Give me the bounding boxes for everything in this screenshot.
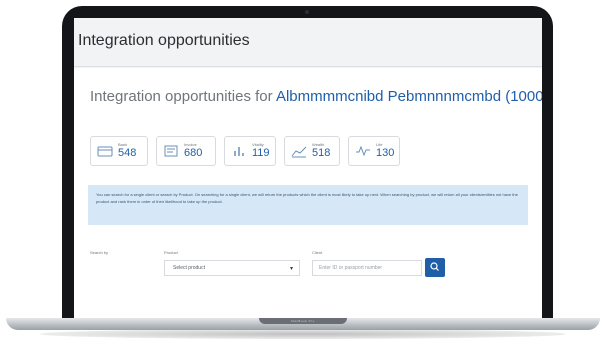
info-banner: You can search for a single client or se… (88, 185, 528, 225)
screen: Integration opportunities Integration op… (74, 18, 542, 318)
line-chart-icon (291, 144, 307, 158)
client-search-field[interactable] (312, 260, 422, 276)
camera-dot (305, 10, 309, 14)
stat-value: 518 (312, 147, 331, 159)
customer-name[interactable]: Albmmmmcnibd Pebmnnnmcmbd (100002013 9) (276, 88, 542, 105)
stat-value: 119 (252, 147, 270, 159)
search-button[interactable] (425, 258, 445, 277)
bank-card-icon (97, 144, 113, 158)
search-by-label: Search by (90, 250, 109, 255)
pulse-icon (355, 144, 371, 158)
title-divider (74, 66, 542, 67)
stat-card-life[interactable]: Life 130 (348, 136, 400, 166)
base-notch: MacBook Pro (259, 318, 347, 324)
heading-prefix: Integration opportunities for (90, 88, 276, 105)
opportunities-heading: Integration opportunities for Albmmmmcni… (90, 88, 542, 105)
bar-chart-icon (231, 144, 247, 158)
stat-value: 130 (376, 147, 395, 159)
laptop-frame: Integration opportunities Integration op… (62, 6, 553, 324)
laptop-shadow (40, 329, 566, 339)
content-panel: Integration opportunities for Albmmmmcni… (74, 68, 542, 318)
product-select-value: Select product (173, 265, 205, 271)
stat-value: 548 (118, 147, 137, 159)
product-label: Product (164, 250, 178, 255)
stat-card-invoice[interactable]: Invoice 680 (156, 136, 216, 166)
product-select[interactable]: Select product ▾ (164, 260, 300, 276)
stat-card-wealth[interactable]: Wealth 518 (284, 136, 340, 166)
laptop-base: MacBook Pro (6, 318, 600, 330)
invoice-icon (163, 144, 179, 158)
page-title: Integration opportunities (78, 32, 250, 49)
search-icon (425, 262, 445, 281)
stat-value: 680 (184, 147, 203, 159)
chevron-down-icon: ▾ (289, 266, 293, 272)
stat-card-bank[interactable]: Bank 548 (90, 136, 148, 166)
client-search-input[interactable] (313, 261, 421, 275)
client-label: Client (312, 250, 323, 255)
stat-card-vitality[interactable]: Vitality 119 (224, 136, 276, 166)
